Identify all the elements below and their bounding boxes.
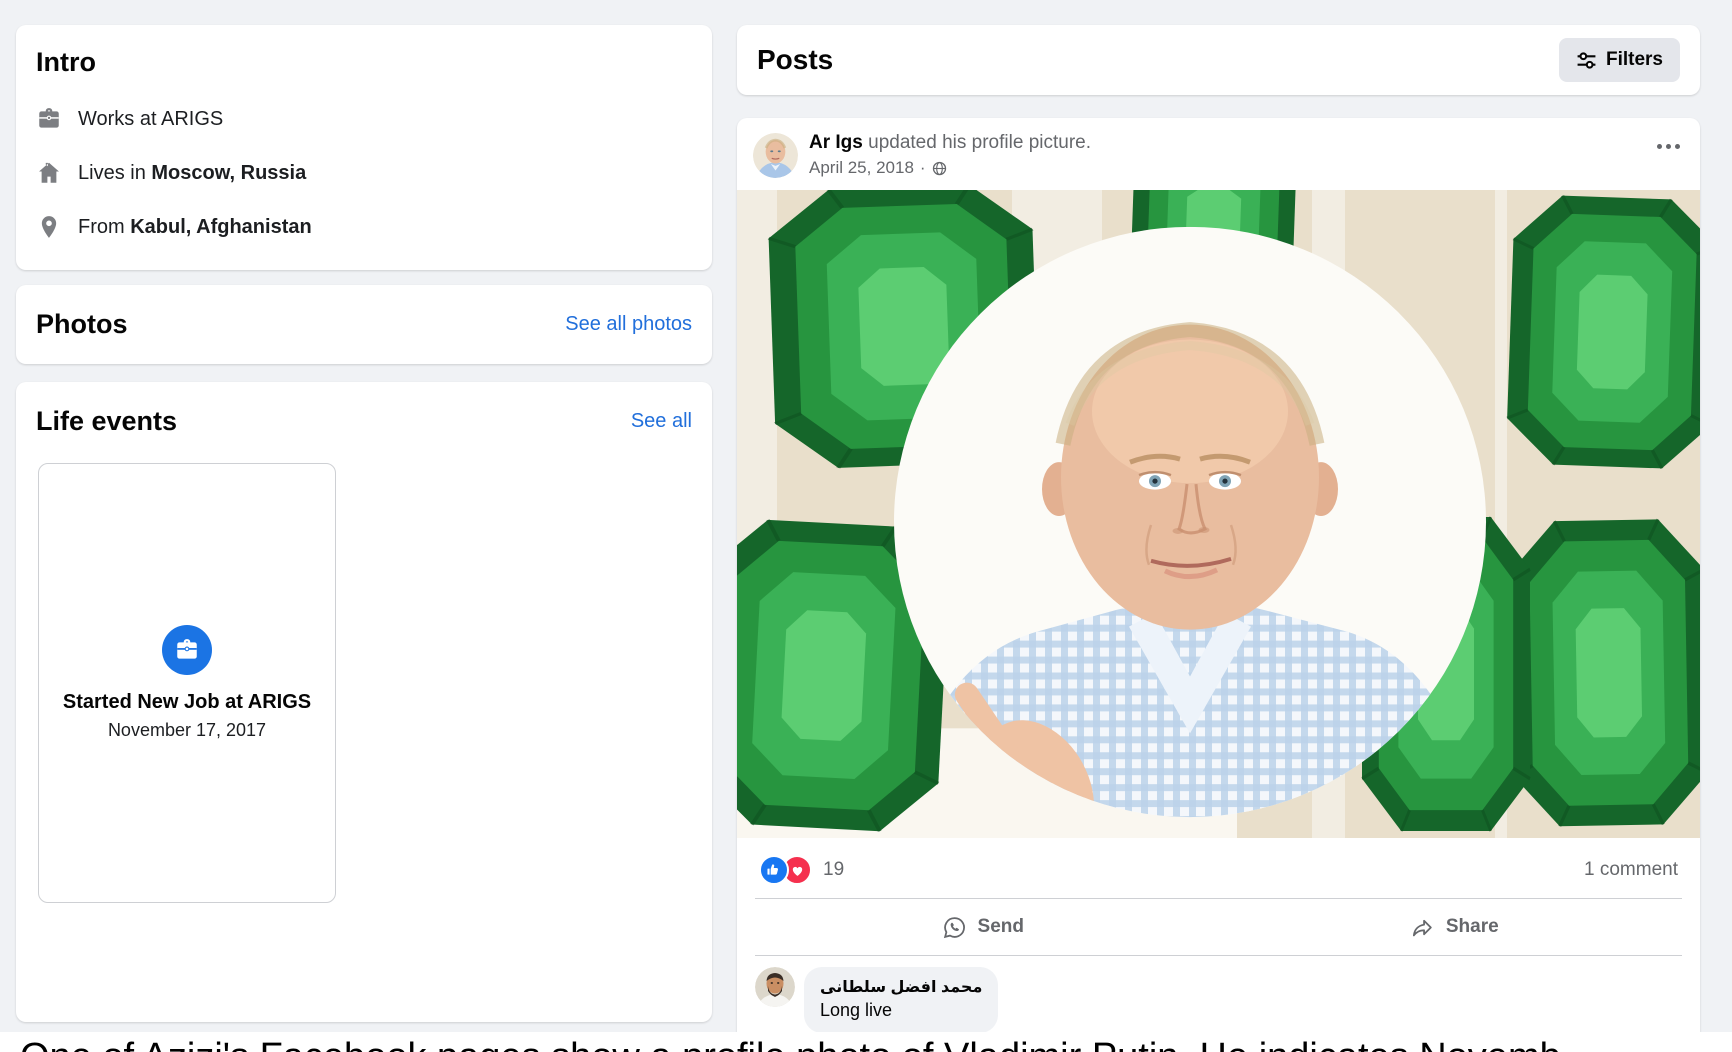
post-date: April 25, 2018 xyxy=(809,158,914,178)
see-all-life-events-link[interactable]: See all xyxy=(631,410,692,433)
comment-count[interactable]: 1 comment xyxy=(1584,859,1678,881)
home-icon xyxy=(36,160,62,186)
author-avatar-image xyxy=(753,133,798,178)
intro-lives-row: Lives in Moscow, Russia xyxy=(36,160,692,186)
commenter-avatar-image xyxy=(755,967,795,1007)
share-button[interactable]: Share xyxy=(1219,904,1691,950)
life-events-header: Life events See all xyxy=(36,406,692,437)
post-action-text: updated his profile picture. xyxy=(863,132,1091,153)
intro-from-row: From Kabul, Afghanistan xyxy=(36,214,692,240)
life-events-card: Life events See all Started New Job at A… xyxy=(16,382,712,1022)
caption-strip: One of Azizi's Facebook pages show a pro… xyxy=(0,1032,1732,1052)
life-event-icon-circle xyxy=(162,625,212,675)
send-button[interactable]: Send xyxy=(747,904,1219,950)
post-author-avatar[interactable] xyxy=(753,133,798,178)
intro-title: Intro xyxy=(36,47,692,78)
send-label: Send xyxy=(978,916,1024,938)
briefcase-icon xyxy=(36,106,62,132)
posts-title: Posts xyxy=(757,44,833,76)
photos-title: Photos xyxy=(36,309,128,340)
reaction-count[interactable]: 19 xyxy=(823,859,844,881)
intro-from-text: From Kabul, Afghanistan xyxy=(78,216,312,239)
right-column: Posts Filters xyxy=(737,25,1700,1049)
reaction-icons xyxy=(759,855,812,885)
filters-label: Filters xyxy=(1606,49,1663,71)
intro-lives-text: Lives in Moscow, Russia xyxy=(78,162,306,185)
commenter-avatar[interactable] xyxy=(755,967,795,1007)
post-image[interactable] xyxy=(737,190,1700,838)
left-column: Intro Works at ARIGS Lives in Moscow, Ru… xyxy=(16,25,712,1022)
post-header-text: Ar Igs updated his profile picture. Apri… xyxy=(809,132,1091,178)
share-label: Share xyxy=(1446,916,1499,938)
intro-card: Intro Works at ARIGS Lives in Moscow, Ru… xyxy=(16,25,712,270)
post-header: Ar Igs updated his profile picture. Apri… xyxy=(737,118,1700,190)
intro-work-row: Works at ARIGS xyxy=(36,106,692,132)
filters-button[interactable]: Filters xyxy=(1559,38,1680,82)
intro-work-text: Works at ARIGS xyxy=(78,108,223,131)
life-event-tile[interactable]: Started New Job at ARIGS November 17, 20… xyxy=(38,463,336,903)
see-all-photos-link[interactable]: See all photos xyxy=(565,313,692,336)
more-options-icon[interactable] xyxy=(1657,144,1680,149)
post-byline: Ar Igs updated his profile picture. xyxy=(809,132,1091,154)
post-date-line[interactable]: April 25, 2018 · xyxy=(809,158,1091,178)
globe-privacy-icon xyxy=(932,161,947,176)
profile-picture-photo xyxy=(737,190,1700,838)
posts-header-card: Posts Filters xyxy=(737,25,1700,95)
share-arrow-icon xyxy=(1410,915,1435,940)
heart-icon xyxy=(790,863,805,878)
post-author-name[interactable]: Ar Igs xyxy=(809,132,863,153)
comment-text: Long live xyxy=(820,1000,982,1021)
thumbs-up-icon xyxy=(766,862,782,878)
sliders-icon xyxy=(1576,50,1597,71)
life-events-title: Life events xyxy=(36,406,177,437)
caption-text: One of Azizi's Facebook pages show a pro… xyxy=(0,1032,1732,1052)
location-pin-icon xyxy=(36,214,62,240)
date-separator: · xyxy=(920,158,926,178)
whatsapp-send-icon xyxy=(942,915,967,940)
reactions-row: 19 1 comment xyxy=(737,838,1700,898)
like-reaction-icon[interactable] xyxy=(759,855,789,885)
life-event-title: Started New Job at ARIGS xyxy=(63,691,311,714)
comment-author-name[interactable]: محمد افضل سلطانی xyxy=(820,977,982,997)
profile-page: Intro Works at ARIGS Lives in Moscow, Ru… xyxy=(0,0,1732,1049)
post-actions: Send Share xyxy=(737,899,1700,955)
briefcase-icon xyxy=(174,637,200,663)
post: Ar Igs updated his profile picture. Apri… xyxy=(737,118,1700,1049)
photos-card: Photos See all photos xyxy=(16,285,712,364)
comment-bubble: محمد افضل سلطانی Long live xyxy=(804,967,998,1033)
life-event-date: November 17, 2017 xyxy=(108,720,266,741)
